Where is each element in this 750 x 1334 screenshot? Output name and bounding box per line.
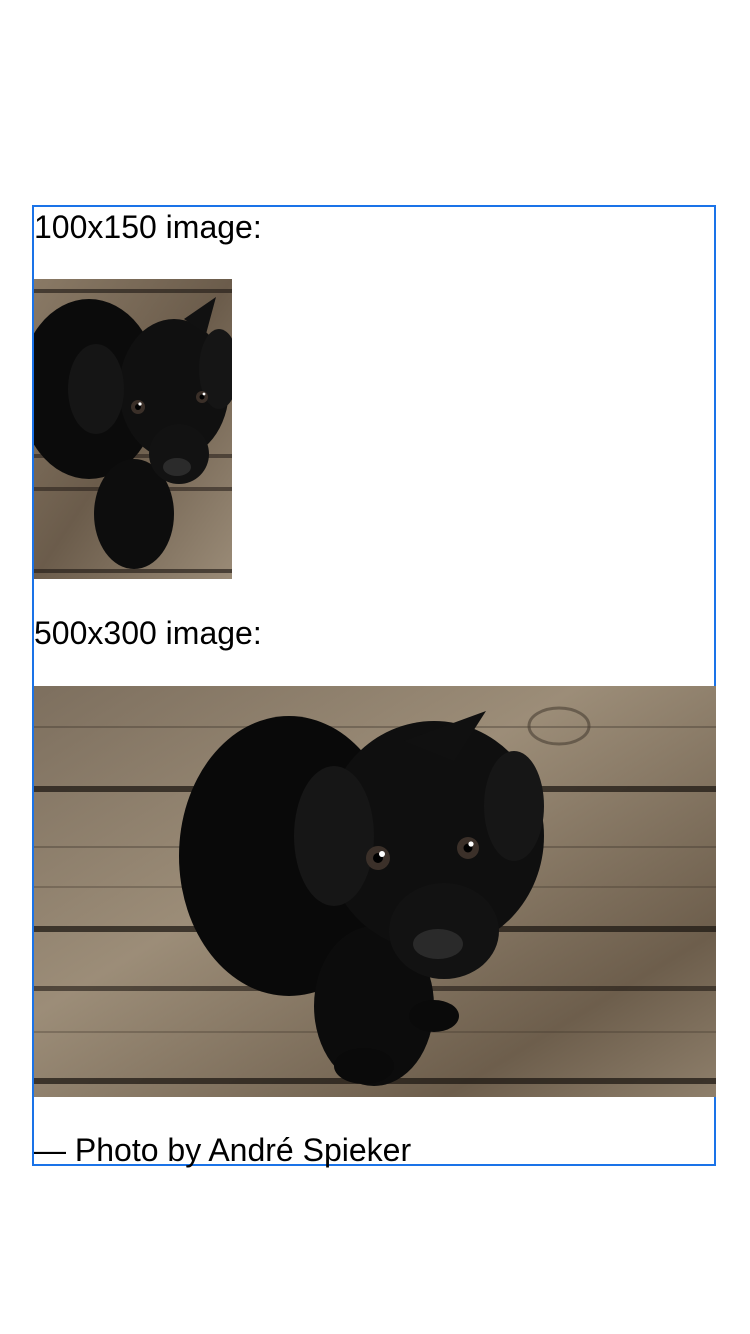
photo-credit: — Photo by André Spieker: [34, 1132, 412, 1168]
large-image-label: 500x300 image:: [34, 615, 262, 651]
content-container: 100x150 image: 500x300 image: — Photo by…: [32, 205, 716, 1168]
large-puppy-image: [34, 686, 716, 1097]
small-image-label: 100x150 image:: [34, 209, 262, 245]
small-puppy-image: [34, 279, 232, 579]
